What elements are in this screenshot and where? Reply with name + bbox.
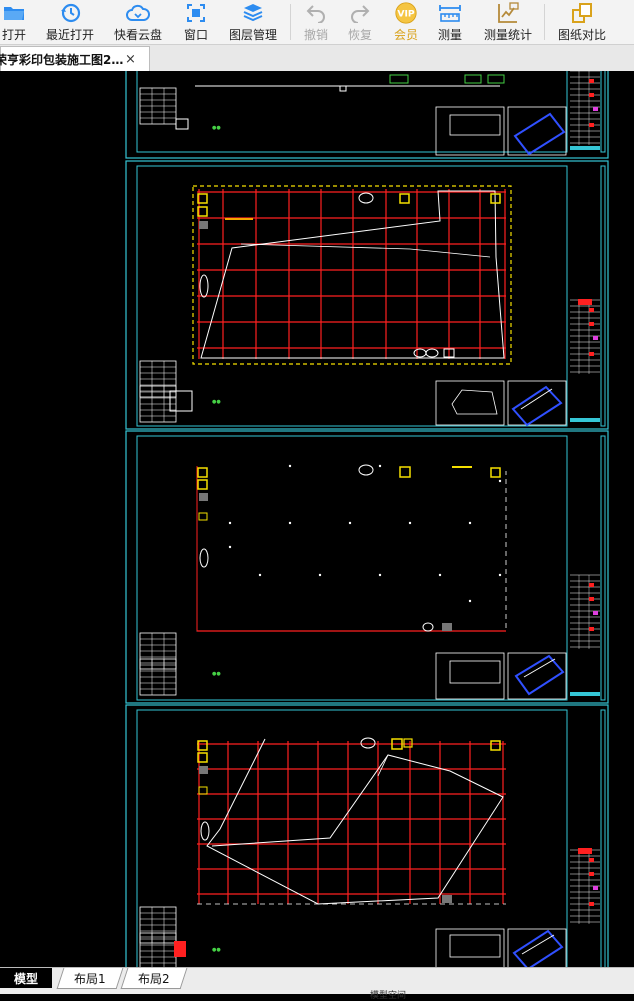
cad-drawing[interactable]: ●● ●● ●● ●● xyxy=(0,71,634,967)
document-tab[interactable]: 荣亨彩印包装施工图2… × xyxy=(0,46,150,71)
vip-badge-text: VIP xyxy=(397,9,415,20)
sheet-1-dots: ●● xyxy=(212,125,221,131)
sheet-4: ●● xyxy=(125,704,609,967)
redo-icon xyxy=(348,1,372,25)
cloud-disk-button[interactable]: 快看云盘 xyxy=(110,0,166,44)
document-tab-bar: 荣亨彩印包装施工图2… × xyxy=(0,45,634,72)
vip-button[interactable]: VIP 会员 xyxy=(388,0,424,44)
tab-layout-2[interactable]: 布局2 xyxy=(120,968,188,989)
chart-icon xyxy=(496,1,520,25)
close-icon[interactable]: × xyxy=(125,52,136,67)
tab-layout-1-label: 布局1 xyxy=(74,971,106,986)
sheet-2-dots: ●● xyxy=(212,399,221,405)
compare-icon xyxy=(570,1,594,25)
sheet-4-dots: ●● xyxy=(212,947,221,953)
sheet-3: ●● xyxy=(125,430,609,704)
document-tab-title: 荣亨彩印包装施工图2… xyxy=(0,52,123,67)
undo-button[interactable]: 撤销 xyxy=(298,0,334,44)
layout-tab-bar: 模型 布局1 布局2 模型空间 xyxy=(0,967,634,1001)
tab-model-label: 模型 xyxy=(13,971,38,986)
redo-button[interactable]: 恢复 xyxy=(342,0,378,44)
window-button[interactable]: 窗口 xyxy=(178,0,214,44)
ruler-icon xyxy=(438,1,462,25)
tab-model[interactable]: 模型 xyxy=(0,968,52,988)
status-text: 模型空间 xyxy=(370,991,407,1001)
vip-badge-icon: VIP xyxy=(394,1,418,25)
drawing-canvas[interactable]: ●● ●● ●● ●● xyxy=(0,71,634,967)
sheet-1: ●● xyxy=(125,71,609,159)
measure-button[interactable]: 测量 xyxy=(432,0,468,44)
window-icon xyxy=(184,1,208,25)
recent-open-button[interactable]: 最近打开 xyxy=(42,0,98,44)
toolbar-separator xyxy=(290,4,291,40)
tab-layout-2-label: 布局2 xyxy=(138,971,170,986)
layer-manager-button[interactable]: 图层管理 xyxy=(224,0,282,44)
layers-icon xyxy=(241,1,265,25)
measure-statistics-button[interactable]: 测量统计 xyxy=(480,0,536,44)
folder-icon xyxy=(2,1,26,25)
toolbar-separator xyxy=(544,4,545,40)
sheet-3-dots: ●● xyxy=(212,671,221,677)
sheet-2: ●● xyxy=(125,160,609,430)
cloud-icon xyxy=(126,1,150,25)
history-icon xyxy=(58,1,82,25)
undo-icon xyxy=(304,1,328,25)
tab-layout-1[interactable]: 布局1 xyxy=(56,968,124,989)
open-button[interactable]: 打开 xyxy=(0,0,32,44)
drawing-compare-button[interactable]: 图纸对比 xyxy=(554,0,610,44)
toolbar: 打开 最近打开 快看云盘 窗口 图层管理 撤销 恢复 VIP 会员 测量 测量统… xyxy=(0,0,634,45)
